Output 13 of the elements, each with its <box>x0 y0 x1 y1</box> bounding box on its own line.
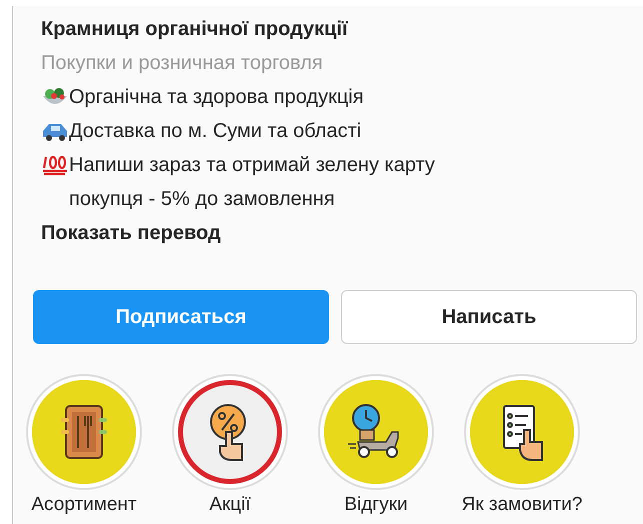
bio-text: Напиши зараз та отримай зелену карту покупця - 5% до замовлення <box>69 153 436 212</box>
hundred-points-icon <box>41 154 69 176</box>
highlight-label[interactable]: Як замовити? <box>462 494 582 516</box>
highlight-label[interactable]: Відгуки <box>344 494 408 516</box>
menu-book-icon <box>58 402 110 462</box>
bio-text: Доставка по м. Суми та області <box>69 119 362 144</box>
highlight-label[interactable]: Акції <box>209 494 251 516</box>
message-button[interactable]: Написать <box>341 290 637 344</box>
bio-text: Органічна та здорова продукція <box>69 85 365 110</box>
highlight-label[interactable]: Асортимент <box>31 494 137 516</box>
translate-link[interactable]: Показать перевод <box>41 216 221 250</box>
profile-name: Крамниця органічної продукції <box>41 17 349 42</box>
profile-category: Покупки и розничная торговля <box>41 51 324 76</box>
